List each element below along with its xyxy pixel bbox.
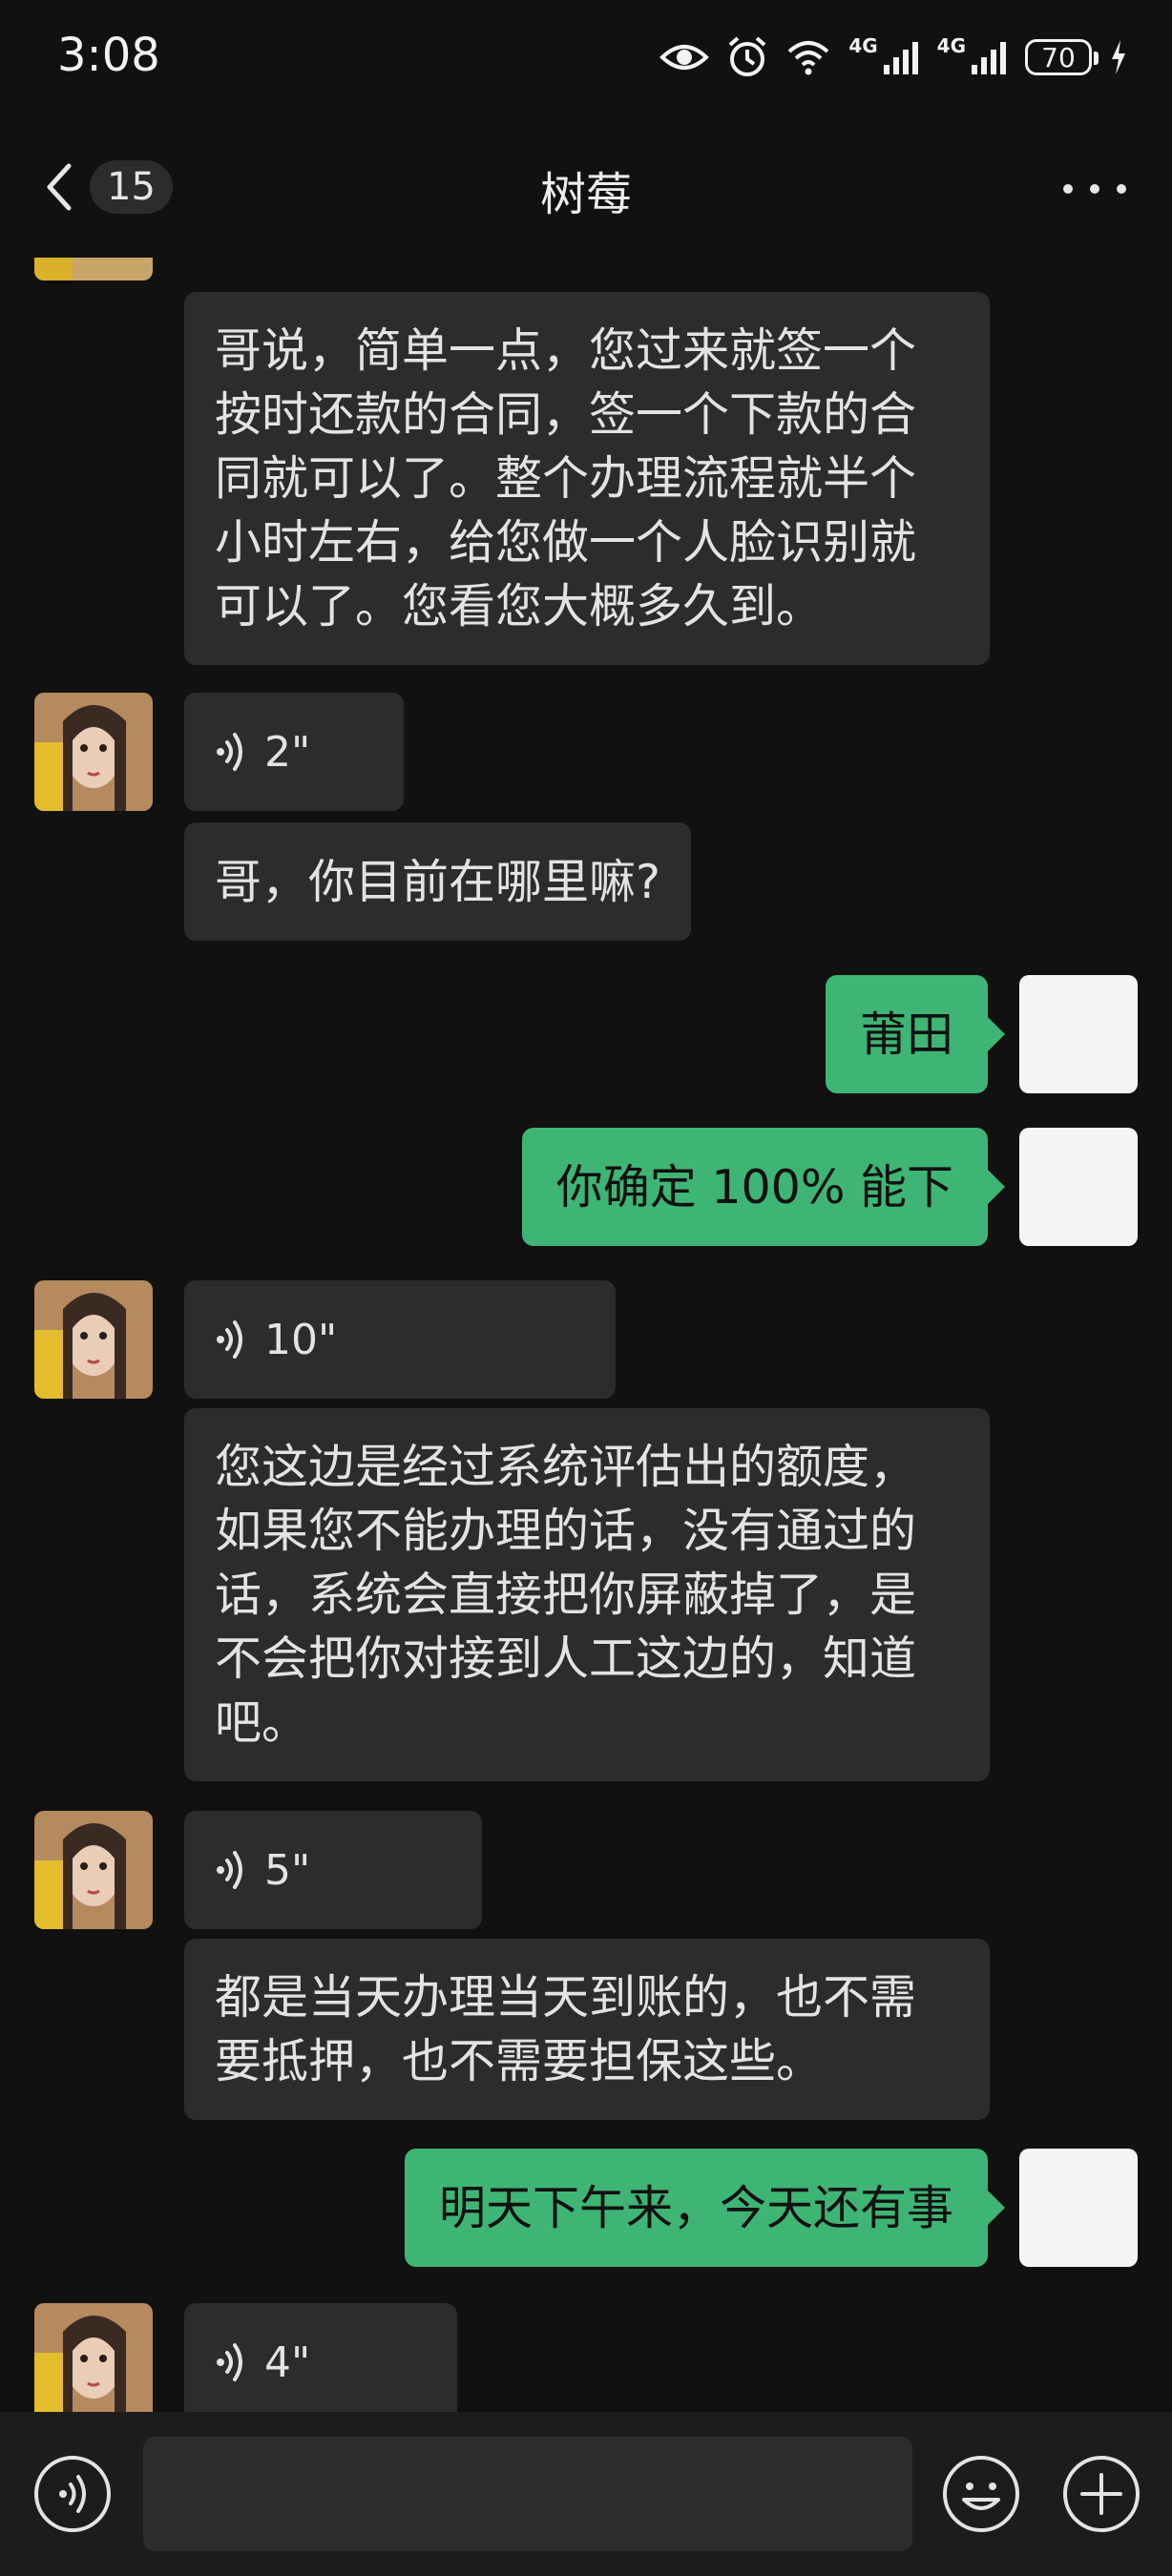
voice-duration: 4": [264, 2337, 311, 2387]
input-bar: [0, 2412, 1172, 2576]
contact-avatar[interactable]: [34, 258, 153, 280]
contact-avatar[interactable]: [34, 2303, 153, 2412]
network-type-label: 4G: [936, 34, 966, 57]
message-bubble-outgoing[interactable]: 明天下午来，今天还有事: [404, 2149, 1006, 2267]
emoji-icon: [943, 2456, 1019, 2532]
status-bar: 3:08 4G 4G 70: [0, 0, 1172, 114]
message-text: 莆田: [859, 1007, 953, 1062]
message-text: 您这边是经过系统评估出的额度， 如果您不能办理的话，没有通过的 话，系统会直接把…: [215, 1440, 917, 1750]
plus-icon: [1063, 2456, 1140, 2532]
message-bubble-outgoing[interactable]: 你确定 100% 能下: [521, 1128, 1006, 1246]
signal-icon: [972, 42, 1006, 74]
voice-wave-icon: [217, 2343, 242, 2381]
eye-icon: [659, 45, 710, 70]
signal-icon: [883, 42, 918, 74]
voice-wave-icon: [217, 1320, 242, 1359]
voice-input-icon: [34, 2456, 111, 2532]
voice-message-bubble[interactable]: 4": [184, 2303, 457, 2412]
status-time: 3:08: [57, 29, 160, 82]
emoji-button[interactable]: [941, 2454, 1021, 2534]
voice-duration: 5": [264, 1845, 311, 1895]
my-avatar[interactable]: [1019, 1128, 1138, 1246]
message-text: 明天下午来，今天还有事: [438, 2180, 953, 2235]
charging-icon: [1112, 40, 1125, 74]
chat-title: 树莓: [539, 168, 632, 221]
network-type-label: 4G: [848, 34, 878, 57]
voice-wave-icon: [217, 1851, 242, 1889]
wifi-icon: [787, 41, 829, 75]
status-icons: 4G 4G 70: [659, 29, 1128, 86]
message-text: 哥说，简单一点，您过来就签一个 按时还款的合同，签一个下款的合 同就可以了。整个…: [215, 323, 917, 634]
battery-level: 70: [1041, 41, 1076, 73]
voice-duration: 2": [264, 727, 311, 777]
more-options-button[interactable]: [1063, 170, 1126, 208]
my-avatar[interactable]: [1019, 975, 1138, 1093]
voice-wave-icon: [217, 733, 242, 771]
voice-duration: 10": [264, 1315, 338, 1364]
contact-avatar[interactable]: [34, 693, 153, 811]
message-bubble-incoming[interactable]: 哥说，简单一点，您过来就签一个 按时还款的合同，签一个下款的合 同就可以了。整个…: [184, 292, 990, 665]
alarm-icon: [728, 36, 766, 76]
message-bubble-incoming[interactable]: 都是当天办理当天到账的，也不需 要抵押，也不需要担保这些。: [184, 1939, 990, 2120]
chat-header: 15 树莓: [0, 114, 1172, 258]
voice-input-button[interactable]: [32, 2454, 113, 2534]
more-functions-button[interactable]: [1061, 2454, 1141, 2534]
message-bubble-incoming[interactable]: 您这边是经过系统评估出的额度， 如果您不能办理的话，没有通过的 话，系统会直接把…: [184, 1408, 990, 1781]
voice-message-bubble[interactable]: 2": [184, 693, 404, 811]
battery-icon: 70: [1025, 39, 1099, 75]
message-list[interactable]: 哥说，简单一点，您过来就签一个 按时还款的合同，签一个下款的合 同就可以了。整个…: [0, 258, 1172, 2412]
contact-avatar[interactable]: [34, 1280, 153, 1399]
voice-message-bubble[interactable]: 5": [184, 1811, 482, 1929]
my-avatar[interactable]: [1019, 2149, 1138, 2267]
message-text: 哥，你目前在哪里嘛?: [215, 854, 661, 909]
message-input[interactable]: [143, 2437, 912, 2551]
message-text: 都是当天办理当天到账的，也不需 要抵押，也不需要担保这些。: [215, 1970, 917, 2088]
more-dots-icon: [1063, 184, 1073, 194]
message-bubble-incoming[interactable]: 哥，你目前在哪里嘛?: [184, 822, 692, 941]
message-bubble-outgoing[interactable]: 莆田: [825, 975, 1006, 1093]
message-text: 你确定 100% 能下: [555, 1159, 953, 1215]
voice-message-bubble[interactable]: 10": [184, 1280, 616, 1399]
contact-avatar[interactable]: [34, 1811, 153, 1929]
